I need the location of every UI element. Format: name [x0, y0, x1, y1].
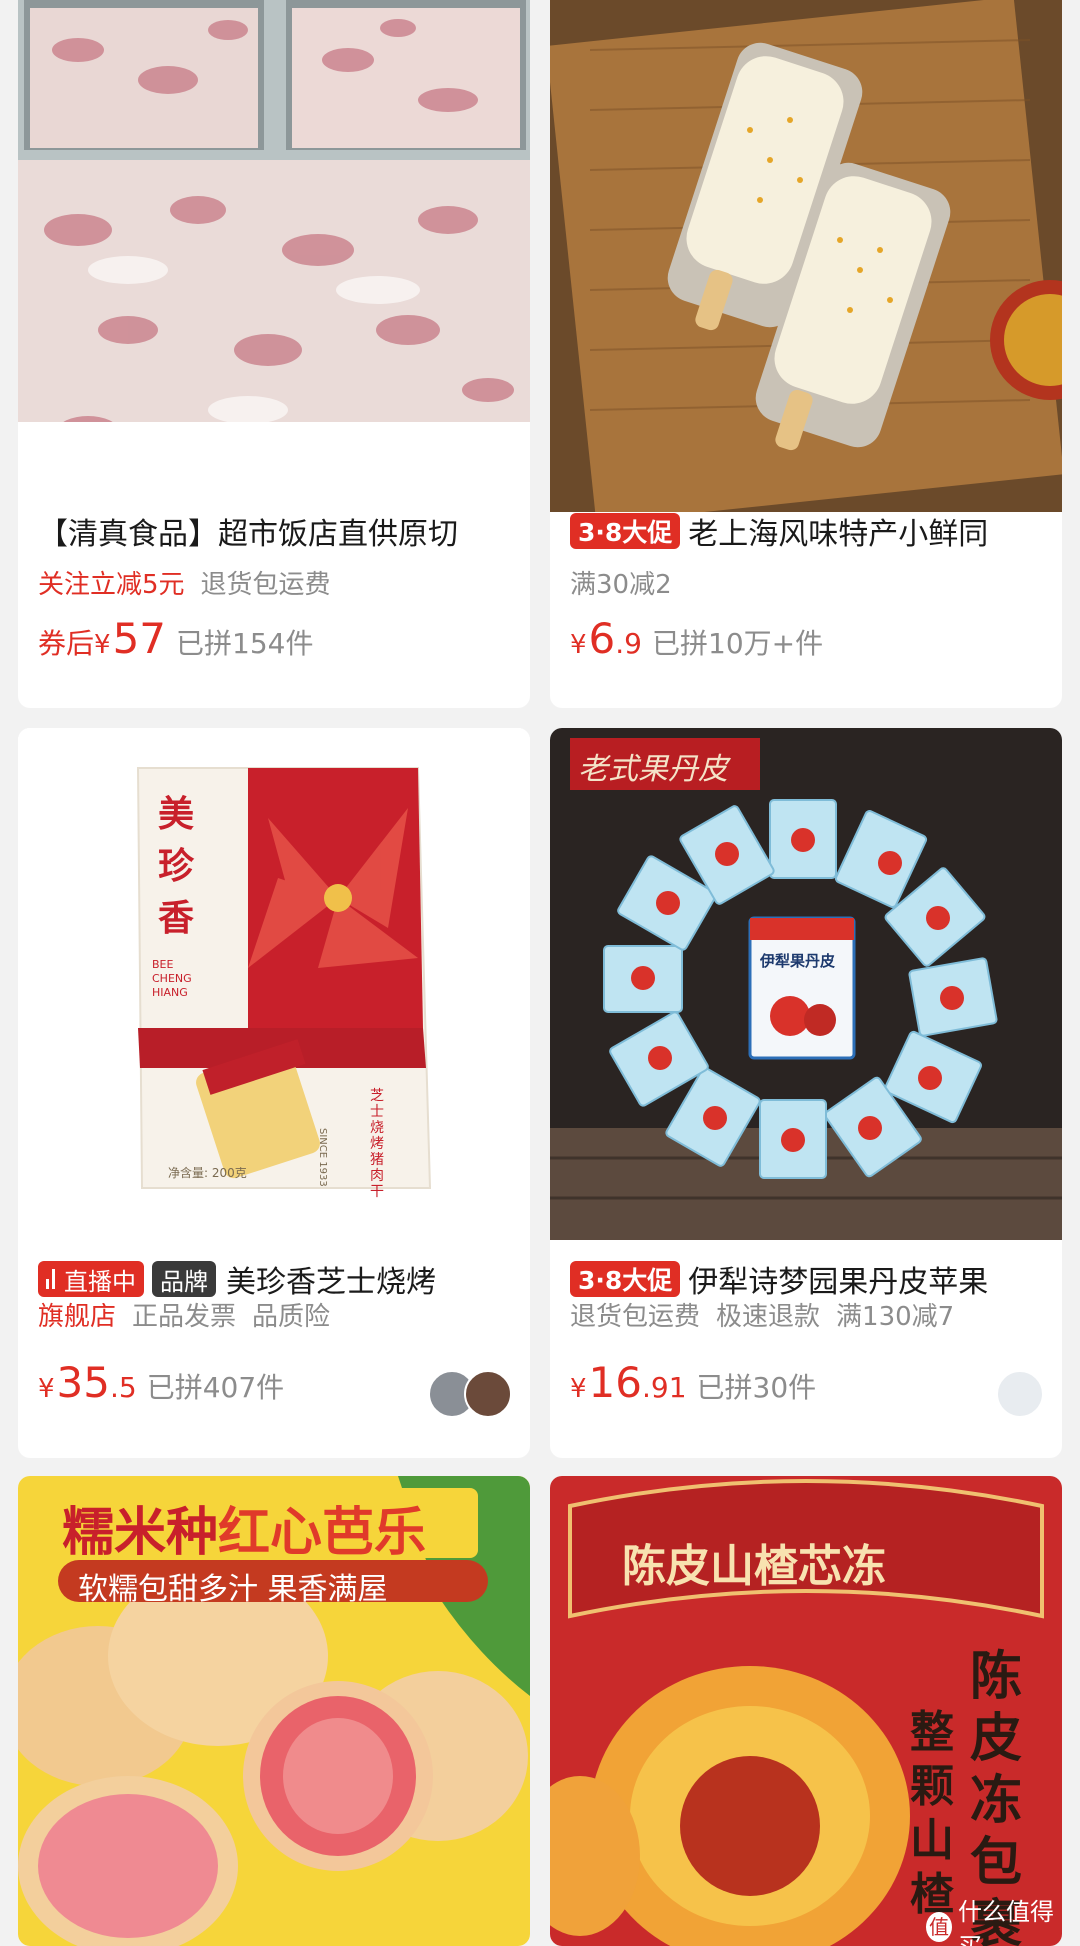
watermark-logo-icon: 值: [926, 1912, 952, 1942]
price-decimal: .5: [110, 1371, 137, 1404]
tag-free-return: 退货包运费: [200, 569, 331, 600]
product-card[interactable]: 3·8大促 老上海风味特产小鲜同 满30减2 ¥ 6 .9 已拼10万+件: [550, 0, 1062, 708]
product-title[interactable]: 老上海风味特产小鲜同: [688, 509, 988, 553]
product-card[interactable]: 陈皮山楂芯冻 陈皮冻包裹 整颗山楂 值 什么值得买: [550, 1476, 1062, 1946]
watermark: 值 什么值得买: [926, 1892, 1062, 1946]
brand-name-english: BEE CHENG HIANG: [152, 958, 192, 999]
image-headline: 陈皮山楂芯冻: [622, 1541, 886, 1592]
product-image-jerky-bag[interactable]: 美珍香 BEE CHENG HIANG 芝士烧烤猪肉干 SINCE 1933 净…: [18, 728, 530, 1240]
price-value: 6: [588, 614, 616, 663]
watermark-text: 什么值得买: [958, 1898, 1054, 1946]
avatar: [464, 1370, 512, 1418]
promo-badge-38: 3·8大促: [570, 513, 681, 549]
pack-weight: 净含量: 200克: [168, 1166, 247, 1180]
price-value: 57: [112, 614, 167, 663]
product-image-hawthorn-jelly[interactable]: 陈皮山楂芯冻 陈皮冻包裹 整颗山楂 值 什么值得买: [550, 1476, 1062, 1946]
sold-count: 已拼407件: [146, 1371, 285, 1404]
product-card[interactable]: 糯米种红心芭乐 软糯包甜多汁 果香满屋: [18, 1476, 530, 1946]
product-image-ice-pop[interactable]: [550, 0, 1062, 512]
live-badge: 直播中: [38, 1261, 144, 1297]
avatar: [996, 1370, 1044, 1418]
price-value: 35: [56, 1358, 110, 1407]
tag-full-reduction: 满30减2: [570, 569, 672, 600]
product-card[interactable]: 【清真食品】超市饭店直供原切 关注立减5元 退货包运费 券后 ¥ 57 已拼15…: [18, 0, 530, 708]
sold-count: 已拼30件: [696, 1371, 817, 1404]
tag-fast-refund: 极速退款: [716, 1301, 821, 1332]
image-banner-text: 老式果丹皮: [578, 752, 728, 787]
brand-name-vertical: 美珍香: [158, 793, 195, 939]
price-decimal: .91: [642, 1371, 687, 1404]
tag-full-reduction: 满130减7: [836, 1301, 955, 1332]
sold-count: 已拼10万+件: [652, 627, 824, 660]
product-card[interactable]: 老式果丹皮 伊犁果丹皮 3·8大促 伊犁诗梦园果丹皮苹果 退货包运费 极速退款 …: [550, 728, 1062, 1458]
price-currency: ¥: [38, 1374, 55, 1404]
promo-badge-38: 3·8大促: [570, 1261, 681, 1297]
price-currency: ¥: [94, 630, 111, 660]
image-subheadline: 软糯包甜多汁 果香满屋: [78, 1572, 388, 1607]
price-prefix: 券后: [38, 627, 95, 660]
price-currency: ¥: [570, 1374, 587, 1404]
pack-label: 芝士烧烤猪肉干: [370, 1088, 384, 1200]
tag-invoice: 正品发票: [132, 1301, 237, 1332]
tag-quality-insurance: 品质险: [252, 1301, 331, 1332]
price-currency: ¥: [570, 630, 587, 660]
live-badge-label: 直播中: [64, 1267, 136, 1296]
product-image-fruit-leather[interactable]: 老式果丹皮 伊犁果丹皮: [550, 728, 1062, 1240]
box-label: 伊犁果丹皮: [760, 952, 836, 970]
live-bars-icon: [46, 1269, 58, 1289]
brand-badge: 品牌: [152, 1261, 216, 1297]
image-headline-b: 红心芭乐: [218, 1503, 427, 1563]
product-image-meat[interactable]: [18, 0, 530, 422]
product-card[interactable]: 美珍香 BEE CHENG HIANG 芝士烧烤猪肉干 SINCE 1933 净…: [18, 728, 530, 1458]
buyer-avatars: [428, 1370, 512, 1418]
image-headline-a: 糯米种: [62, 1503, 219, 1563]
price-value: 16: [588, 1358, 642, 1407]
price-decimal: .9: [615, 627, 642, 660]
tag-follow-discount: 关注立减5元: [38, 569, 185, 600]
tag-free-return: 退货包运费: [570, 1301, 701, 1332]
image-headline: 糯米种红心芭乐: [62, 1490, 426, 1565]
buyer-avatars: [996, 1370, 1044, 1418]
tag-flagship: 旗舰店: [38, 1301, 117, 1332]
pack-since: SINCE 1933: [317, 1128, 328, 1187]
product-title[interactable]: 【清真食品】超市饭店直供原切: [38, 509, 458, 553]
image-vertical-text-b: 整颗山楂: [910, 1707, 954, 1920]
sold-count: 已拼154件: [176, 627, 314, 660]
product-image-guava[interactable]: 糯米种红心芭乐 软糯包甜多汁 果香满屋: [18, 1476, 530, 1946]
